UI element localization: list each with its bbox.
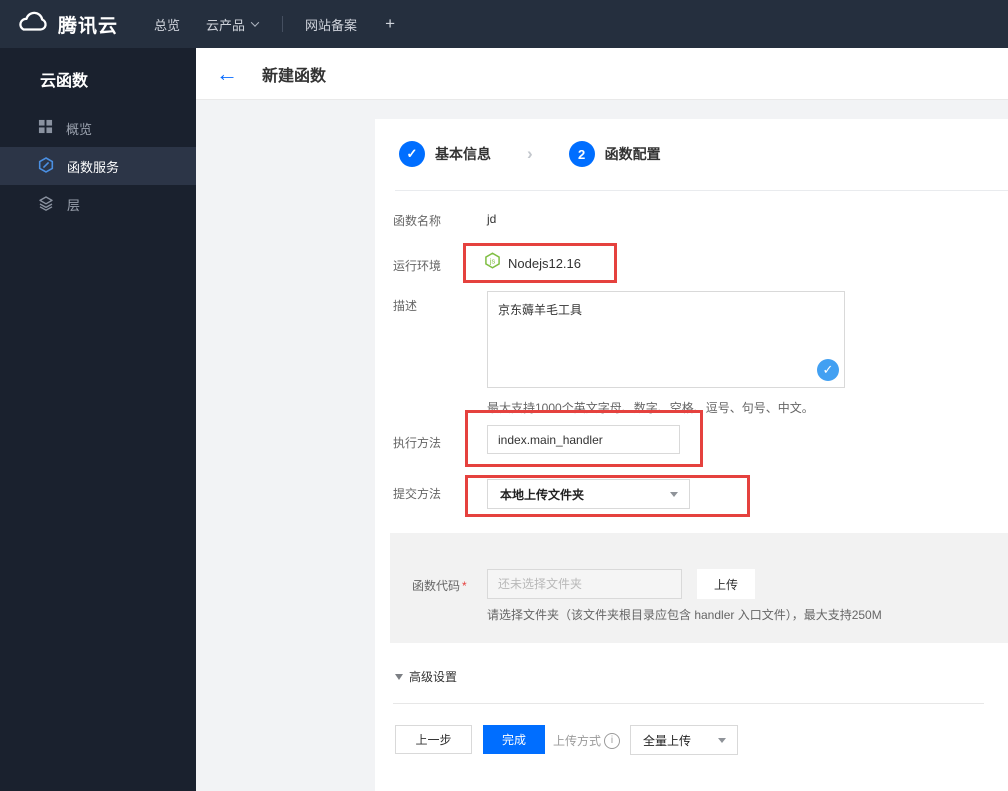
cloud-icon	[14, 9, 50, 39]
function-name-value: jd	[487, 212, 497, 226]
nav-item-cloud-products-label: 云产品	[206, 17, 246, 33]
check-circle-icon: ✓	[817, 359, 839, 381]
grid-icon	[38, 119, 53, 137]
step-chevron-icon: ›	[527, 144, 533, 163]
annotation-box-runtime: js Nodejs12.16	[463, 243, 617, 283]
upload-mode: 上传方式 i	[553, 732, 621, 749]
top-navbar: 腾讯云 总览 云产品 网站备案 +	[0, 0, 1008, 48]
runtime-label: 运行环境	[393, 259, 442, 273]
page-title: 新建函数	[262, 67, 327, 85]
nav-item-overview[interactable]: 总览	[154, 15, 180, 34]
navbar-divider	[282, 16, 284, 32]
check-icon: ✓	[399, 141, 425, 167]
folder-path-input	[487, 569, 682, 599]
handler-label: 执行方法	[393, 436, 442, 450]
step-label: 函数配置	[604, 146, 661, 162]
finish-button[interactable]: 完成	[483, 725, 545, 754]
info-icon[interactable]: i	[604, 732, 621, 749]
sidebar-item-label: 概览	[66, 121, 93, 137]
sidebar-item-label: 层	[67, 197, 81, 213]
chevron-down-icon	[250, 18, 260, 27]
layers-icon	[38, 195, 54, 214]
tencent-cloud-logo[interactable]: 腾讯云	[0, 9, 118, 39]
function-hexagon-icon	[38, 156, 54, 176]
back-arrow-icon[interactable]: ←	[216, 62, 238, 85]
function-code-label: 函数代码 *	[412, 579, 467, 593]
wizard-steps: ✓ 基本信息 › 2 函数配置	[399, 141, 661, 167]
function-name-label: 函数名称	[393, 214, 442, 228]
step-number-badge: 2	[568, 141, 595, 167]
step-basic-info[interactable]: ✓ 基本信息	[399, 141, 491, 167]
caret-down-icon	[718, 738, 726, 747]
sidebar-item-function-service[interactable]: 函数服务	[0, 147, 196, 185]
upload-mode-value: 全量上传	[643, 733, 692, 748]
function-code-section: 函数代码* 上传 请选择文件夹（该文件夹根目录应包含 handler 入口文件）…	[390, 533, 1008, 643]
sidebar: 云函数 概览 函数服务 层	[0, 48, 196, 791]
advanced-settings-label: 高级设置	[409, 670, 458, 684]
sidebar-item-overview[interactable]: 概览	[0, 109, 196, 147]
description-field: 京东薅羊毛工具 ✓	[487, 291, 845, 388]
sidebar-item-label: 函数服务	[67, 159, 120, 175]
submit-method-label: 提交方法	[393, 487, 442, 501]
step-function-config: 2 函数配置	[568, 141, 661, 167]
required-asterisk: *	[462, 579, 467, 593]
steps-divider	[395, 190, 1008, 191]
create-function-card: ✓ 基本信息 › 2 函数配置 函数名称 jd 运行环境 js Nodejs12…	[375, 119, 1008, 791]
description-textarea[interactable]: 京东薅羊毛工具	[488, 292, 844, 387]
advanced-settings-toggle[interactable]: 高级设置	[395, 668, 457, 685]
handler-input[interactable]	[487, 425, 680, 454]
footer-divider	[393, 703, 984, 704]
description-hint: 最大支持1000个英文字母、数字、空格、逗号、句号、中文。	[487, 401, 814, 415]
submit-method-value: 本地上传文件夹	[500, 487, 585, 502]
upload-button[interactable]: 上传	[697, 569, 755, 599]
brand-name: 腾讯云	[58, 15, 119, 37]
add-nav-tab-button[interactable]: +	[385, 14, 395, 34]
submit-method-select[interactable]: 本地上传文件夹	[487, 479, 690, 509]
sidebar-title: 云函数	[40, 73, 89, 90]
svg-text:js: js	[489, 256, 496, 265]
nav-item-website-beian[interactable]: 网站备案	[305, 15, 357, 34]
caret-down-icon	[670, 492, 678, 501]
runtime-value: Nodejs12.16	[508, 255, 581, 271]
previous-step-button[interactable]: 上一步	[395, 725, 472, 754]
upload-mode-label: 上传方式	[553, 734, 602, 748]
nav-item-cloud-products[interactable]: 云产品	[206, 15, 260, 34]
upload-mode-select[interactable]: 全量上传	[630, 725, 738, 755]
sidebar-item-layers[interactable]: 层	[0, 185, 196, 223]
triangle-down-icon	[395, 674, 403, 684]
nodejs-hexagon-icon: js	[484, 252, 501, 274]
page-header: ← 新建函数	[196, 48, 1008, 100]
step-label: 基本信息	[435, 146, 491, 162]
description-label: 描述	[393, 299, 418, 313]
function-code-hint: 请选择文件夹（该文件夹根目录应包含 handler 入口文件），最大支持250M	[487, 608, 882, 622]
